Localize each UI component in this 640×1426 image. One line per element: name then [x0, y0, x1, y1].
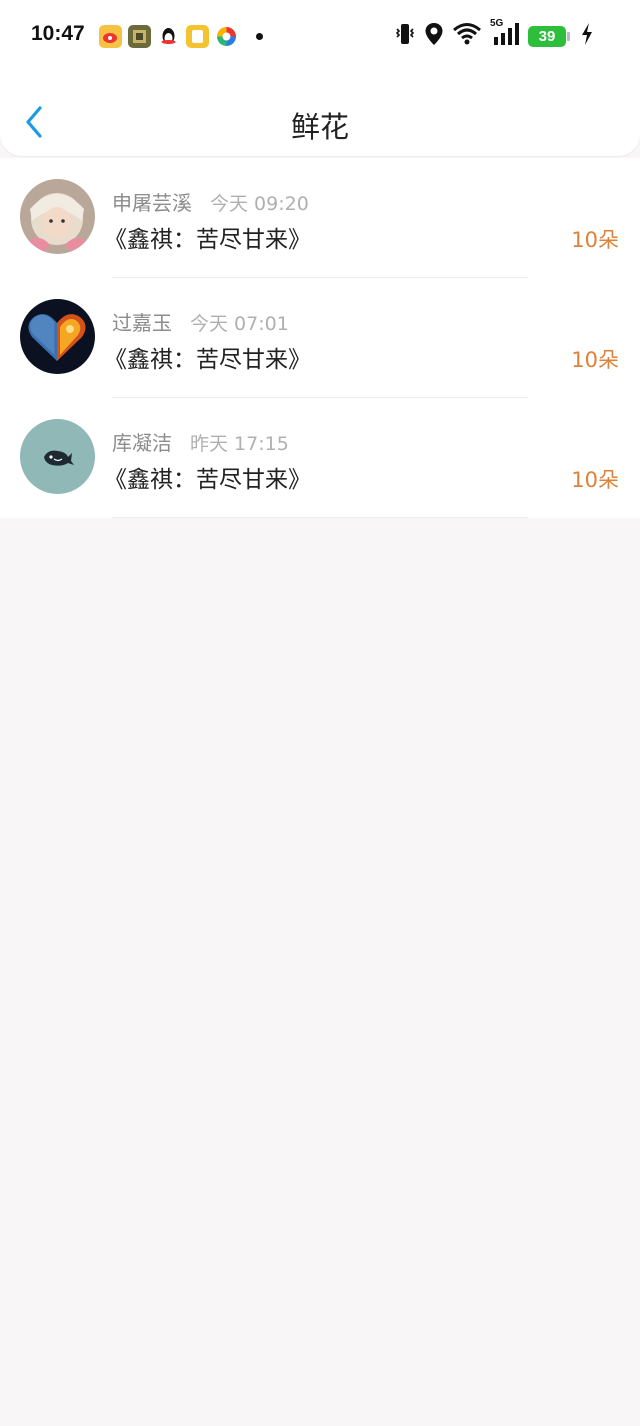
game-icon	[128, 25, 151, 48]
avatar[interactable]	[20, 179, 95, 254]
flower-count: 10朵	[571, 228, 619, 252]
signal-icon: 5G	[490, 18, 520, 50]
vibrate-icon	[394, 22, 416, 50]
flower-count: 10朵	[571, 468, 619, 492]
sent-time: 昨天 17:15	[190, 433, 289, 455]
sent-time: 今天 09:20	[210, 193, 309, 215]
app-icon	[215, 25, 238, 48]
sender-name: 库凝洁	[112, 431, 172, 455]
page-title: 鲜花	[290, 110, 349, 144]
list-item[interactable]: 过嘉玉 今天 07:01 《鑫祺：苦尽甘来》 10朵	[0, 278, 640, 398]
list-item[interactable]: 库凝洁 昨天 17:15 《鑫祺：苦尽甘来》 10朵	[0, 398, 640, 518]
flower-list: 申屠芸溪 今天 09:20 《鑫祺：苦尽甘来》 10朵 过嘉玉 今天 07:01…	[0, 158, 640, 518]
notes-icon	[186, 25, 209, 48]
location-icon	[424, 22, 444, 50]
status-time: 10:47	[31, 22, 85, 45]
network-label: 5G	[490, 18, 504, 29]
sender-name: 过嘉玉	[112, 311, 172, 335]
book-title: 《鑫祺：苦尽甘来》	[104, 347, 311, 373]
wifi-icon	[452, 22, 482, 50]
list-item[interactable]: 申屠芸溪 今天 09:20 《鑫祺：苦尽甘来》 10朵	[0, 158, 640, 278]
avatar[interactable]	[20, 419, 95, 494]
header: 鲜花	[0, 72, 640, 156]
avatar[interactable]	[20, 299, 95, 374]
sender-name: 申屠芸溪	[112, 191, 192, 215]
charging-icon	[580, 22, 594, 50]
weibo-icon	[99, 25, 122, 48]
system-icons: 5G 39	[394, 18, 594, 50]
status-bar: 10:47 5G 39	[0, 0, 640, 72]
divider	[112, 517, 528, 518]
notification-dot	[256, 33, 263, 40]
battery-icon: 39	[528, 25, 570, 47]
qq-icon	[157, 25, 180, 48]
sent-time: 今天 07:01	[190, 313, 289, 335]
book-title: 《鑫祺：苦尽甘来》	[104, 227, 311, 253]
flower-count: 10朵	[571, 348, 619, 372]
book-title: 《鑫祺：苦尽甘来》	[104, 467, 311, 493]
notification-icons	[99, 25, 263, 48]
